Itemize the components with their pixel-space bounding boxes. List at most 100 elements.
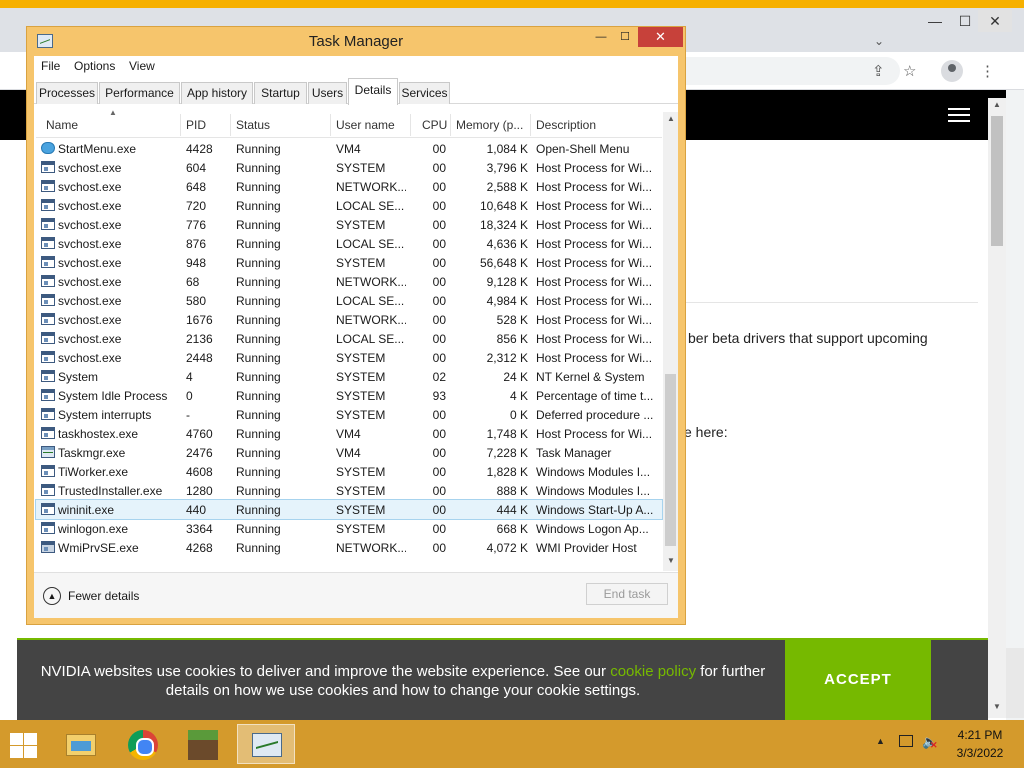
table-row[interactable]: taskhostex.exe 4760 Running VM4 00 1,748 K Hos…	[36, 424, 662, 443]
cookie-policy-link[interactable]: cookie policy	[610, 663, 696, 680]
tab-details[interactable]: Details	[348, 78, 398, 105]
windows-start-icon[interactable]	[8, 732, 38, 758]
scrollbar-thumb[interactable]	[991, 116, 1003, 246]
menu-icon[interactable]: ⋮	[980, 62, 995, 80]
process-status: Running	[236, 275, 281, 289]
browser-maximize-button[interactable]: ☐	[948, 10, 982, 32]
chevron-up-icon[interactable]: ▲	[43, 587, 61, 605]
table-row[interactable]: svchost.exe 604 Running SYSTEM 00 3,796 K Host…	[36, 158, 662, 177]
browser-minimize-button[interactable]: —	[918, 10, 952, 32]
clock-time[interactable]: 4:21 PM	[944, 728, 1016, 742]
scrollbar-thumb[interactable]	[665, 374, 676, 546]
share-icon[interactable]: ⇪	[872, 62, 885, 80]
star-icon[interactable]: ☆	[903, 62, 916, 80]
close-button[interactable]: ✕	[638, 27, 683, 47]
column-separator[interactable]	[450, 114, 451, 136]
table-row[interactable]: svchost.exe 68 Running NETWORK... 00 9,128 K H…	[36, 272, 662, 291]
scroll-up-arrow-icon[interactable]: ▲	[993, 100, 1001, 109]
column-header-pid[interactable]: PID	[186, 118, 206, 132]
process-pid: 2476	[186, 446, 213, 460]
tab-startup[interactable]: Startup	[254, 82, 307, 104]
tab-performance[interactable]: Performance	[99, 82, 180, 104]
process-pid: 440	[186, 503, 207, 517]
hamburger-menu-icon[interactable]	[948, 108, 970, 122]
table-row[interactable]: StartMenu.exe 4428 Running VM4 00 1,084 K Open…	[36, 139, 662, 158]
table-row[interactable]: svchost.exe 876 Running LOCAL SE... 00 4,636 …	[36, 234, 662, 253]
title-bar[interactable]: Task Manager — ☐ ✕	[27, 27, 685, 55]
network-icon[interactable]	[899, 735, 913, 747]
process-pid: 604	[186, 161, 207, 175]
column-header-user-name[interactable]: User name	[336, 118, 395, 132]
column-header-description[interactable]: Description	[536, 118, 596, 132]
column-header-cpu[interactable]: CPU	[422, 118, 447, 132]
process-status: Running	[236, 522, 281, 536]
tab-users[interactable]: Users	[308, 82, 347, 104]
taskbar-task-manager[interactable]	[237, 724, 295, 764]
table-row[interactable]: TrustedInstaller.exe 1280 Running SYSTEM 00 8…	[36, 481, 662, 500]
fewer-details-link[interactable]: Fewer details	[68, 589, 139, 603]
column-separator[interactable]	[330, 114, 331, 136]
browser-close-button[interactable]: ✕	[978, 10, 1012, 32]
page-scrollbar[interactable]: ▲ ▼	[988, 98, 1006, 718]
table-row[interactable]: TiWorker.exe 4608 Running SYSTEM 00 1,828 K Wi…	[36, 462, 662, 481]
accept-cookies-button[interactable]: ACCEPT	[785, 640, 931, 720]
column-header-status[interactable]: Status	[236, 118, 270, 132]
table-row[interactable]: svchost.exe 776 Running SYSTEM 00 18,324 K Hos…	[36, 215, 662, 234]
scroll-down-arrow-icon[interactable]: ▼	[667, 556, 675, 565]
tab-search-icon[interactable]: ⌄	[874, 34, 884, 48]
tab-services[interactable]: Services	[399, 82, 450, 104]
show-hidden-icons-icon[interactable]: ▲	[876, 736, 885, 746]
table-row[interactable]: winlogon.exe 3364 Running SYSTEM 00 668 K Wind…	[36, 519, 662, 538]
process-memory: 888 K	[496, 484, 528, 498]
process-description: Windows Logon Ap...	[536, 522, 649, 536]
column-header-memory[interactable]: Memory (p...	[456, 118, 523, 132]
taskbar-google-chrome[interactable]	[114, 724, 172, 764]
window-icon	[41, 503, 55, 515]
table-row[interactable]: System 4 Running SYSTEM 02 24 K NT Kernel & Sy…	[36, 367, 662, 386]
column-separator[interactable]	[530, 114, 531, 136]
clock-date[interactable]: 3/3/2022	[944, 746, 1016, 760]
table-row[interactable]: System Idle Process 0 Running SYSTEM 93 4 K Pe…	[36, 386, 662, 405]
table-row[interactable]: svchost.exe 720 Running LOCAL SE... 00 10,648…	[36, 196, 662, 215]
menu-file[interactable]: File	[41, 59, 60, 73]
tab-processes[interactable]: Processes	[36, 82, 98, 104]
table-row[interactable]: Taskmgr.exe 2476 Running VM4 00 7,228 K Task M…	[36, 443, 662, 462]
profile-icon[interactable]	[941, 60, 963, 82]
tab-app-history[interactable]: App history	[181, 82, 253, 104]
table-row[interactable]: WmiPrvSE.exe 4268 Running NETWORK... 00 4,072…	[36, 538, 662, 557]
table-row[interactable]: svchost.exe 1676 Running NETWORK... 00 528 K H…	[36, 310, 662, 329]
column-separator[interactable]	[410, 114, 411, 136]
taskbar-file-explorer[interactable]	[52, 724, 110, 764]
process-status: Running	[236, 237, 281, 251]
table-row[interactable]: svchost.exe 948 Running SYSTEM 00 56,648 K Hos…	[36, 253, 662, 272]
table-row[interactable]: System interrupts - Running SYSTEM 00 0 K Defe…	[36, 405, 662, 424]
maximize-button[interactable]: ☐	[611, 27, 639, 47]
process-memory: 2,588 K	[486, 180, 528, 194]
taskbar-minecraft[interactable]	[174, 724, 232, 764]
menu-options[interactable]: Options	[74, 59, 115, 73]
table-scrollbar[interactable]: ▲ ▼	[663, 112, 678, 571]
table-body: StartMenu.exe 4428 Running VM4 00 1,084 K Open…	[35, 139, 663, 557]
menu-view[interactable]: View	[129, 59, 155, 73]
table-row[interactable]: svchost.exe 2448 Running SYSTEM 00 2,312 K Hos…	[36, 348, 662, 367]
process-user: LOCAL SE...	[336, 332, 405, 346]
table-row[interactable]: svchost.exe 648 Running NETWORK... 00 2,588 K…	[36, 177, 662, 196]
column-separator[interactable]	[180, 114, 181, 136]
table-row[interactable]: svchost.exe 580 Running LOCAL SE... 00 4,984 …	[36, 291, 662, 310]
process-name: svchost.exe	[58, 351, 122, 365]
scroll-up-arrow-icon[interactable]: ▲	[667, 114, 675, 123]
column-header-name[interactable]: Name	[46, 118, 78, 132]
process-user: NETWORK...	[336, 541, 406, 555]
scroll-down-arrow-icon[interactable]: ▼	[993, 702, 1001, 711]
table-row[interactable]: wininit.exe 440 Running SYSTEM 00 444 K Window…	[35, 499, 663, 520]
column-separator[interactable]	[230, 114, 231, 136]
table-row[interactable]: svchost.exe 2136 Running LOCAL SE... 00 856 K…	[36, 329, 662, 348]
process-memory: 1,084 K	[486, 142, 528, 156]
process-pid: 4268	[186, 541, 213, 555]
process-user: SYSTEM	[336, 218, 386, 232]
process-cpu: 00	[432, 313, 446, 327]
end-task-button[interactable]: End task	[586, 583, 668, 605]
process-name: svchost.exe	[58, 237, 122, 251]
process-status: Running	[236, 180, 281, 194]
task-manager-window: Task Manager — ☐ ✕ File Options View Pro…	[26, 26, 686, 625]
